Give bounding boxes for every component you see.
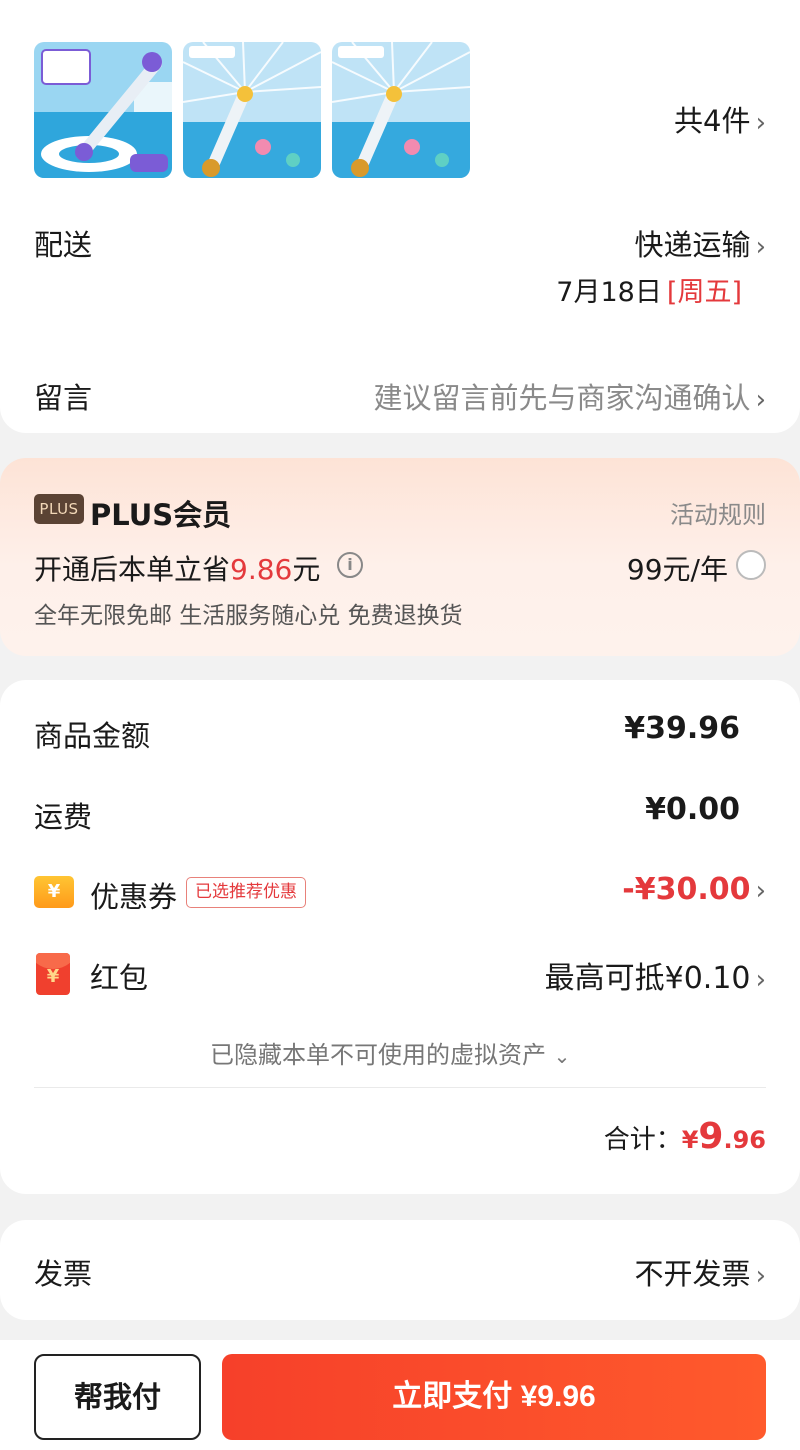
plus-select-radio[interactable] (736, 550, 766, 580)
chevron-right-icon: › (755, 108, 766, 138)
water-gun-image (183, 42, 321, 178)
delivery-weekday: [周五] (666, 277, 742, 308)
chevron-right-icon: › (755, 965, 766, 995)
chevron-right-icon: › (755, 876, 766, 906)
red-packet-icon: ¥ (36, 953, 70, 995)
plus-badge: PLUS (34, 494, 84, 524)
invoice-value-link[interactable]: 不开发票 › (634, 1251, 766, 1293)
product-thumbnail-1[interactable] (34, 42, 172, 178)
plus-savings: 开通后本单立省9.86元 (34, 548, 320, 588)
coupon-selected-tag: 已选推荐优惠 (186, 877, 306, 908)
delivery-label: 配送 (34, 228, 93, 262)
goods-amount-label: 商品金额 (34, 719, 151, 753)
plus-rules-link[interactable]: 活动规则 (670, 495, 766, 530)
hidden-assets-toggle[interactable]: 已隐藏本单不可使用的虚拟资产 ⌄ (210, 1035, 570, 1070)
total-decimal: .96 (723, 1126, 766, 1154)
chevron-right-icon: › (755, 1261, 766, 1291)
chevron-down-icon: ⌄ (553, 1044, 571, 1068)
delivery-method: 快递运输 (634, 228, 751, 262)
info-icon[interactable]: i (337, 552, 363, 578)
total-integer: 9 (698, 1116, 724, 1157)
total-label: 合计： (603, 1125, 682, 1155)
coupon-label: 优惠券 (90, 880, 178, 914)
total-row: 合计：¥9.96 (604, 1116, 766, 1157)
total-currency: ¥ (681, 1126, 699, 1154)
item-count-link[interactable]: 共4件 › (674, 98, 766, 140)
delivery-date: 7月18日 (556, 277, 662, 308)
red-packet-icon-glyph: ¥ (46, 966, 60, 987)
water-gun-image (34, 42, 172, 178)
hidden-assets-text: 已隐藏本单不可使用的虚拟资产 (210, 1041, 546, 1069)
red-packet-value: 最高可抵¥0.10 (544, 961, 751, 996)
water-gun-image (332, 42, 470, 178)
shipping-value: ¥0.00 (645, 792, 740, 827)
coupon-icon: ¥ (34, 876, 74, 908)
coupon-value-link[interactable]: -¥30.00 › (622, 872, 766, 907)
product-thumbnail-2[interactable] (183, 42, 321, 178)
plus-benefits: 全年无限免邮 生活服务随心兑 免费退换货 (34, 603, 463, 629)
plus-title: PLUS会员 (90, 498, 232, 532)
message-placeholder: 建议留言前先与商家沟通确认 (373, 381, 751, 415)
chevron-right-icon: › (755, 385, 766, 415)
help-me-pay-button[interactable]: 帮我付 (34, 1354, 201, 1440)
goods-amount-value: ¥39.96 (624, 711, 740, 746)
plus-savings-prefix: 开通后本单立省 (34, 553, 231, 586)
pay-now-button[interactable]: 立即支付 ¥9.96 (222, 1354, 766, 1440)
divider (34, 1087, 766, 1088)
chevron-right-icon: › (755, 232, 766, 262)
product-thumbnail-3[interactable] (332, 42, 470, 178)
delivery-date-row: 7月18日 [周五] (556, 270, 742, 309)
shipping-label: 运费 (34, 800, 93, 834)
delivery-method-link[interactable]: 快递运输 › (634, 222, 766, 264)
invoice-label: 发票 (34, 1257, 93, 1291)
red-packet-label: 红包 (90, 961, 149, 995)
plus-savings-amount: 9.86 (230, 553, 293, 586)
red-packet-value-link[interactable]: 最高可抵¥0.10 › (545, 953, 766, 997)
coupon-value: -¥30.00 (622, 872, 751, 907)
item-count: 共4件 (674, 104, 751, 138)
message-input[interactable]: 建议留言前先与商家沟通确认 › (373, 375, 766, 417)
plus-savings-suffix: 元 (292, 553, 321, 586)
plus-price: 99元/年 (626, 553, 728, 586)
message-label: 留言 (34, 381, 93, 415)
invoice-value: 不开发票 (634, 1257, 751, 1291)
